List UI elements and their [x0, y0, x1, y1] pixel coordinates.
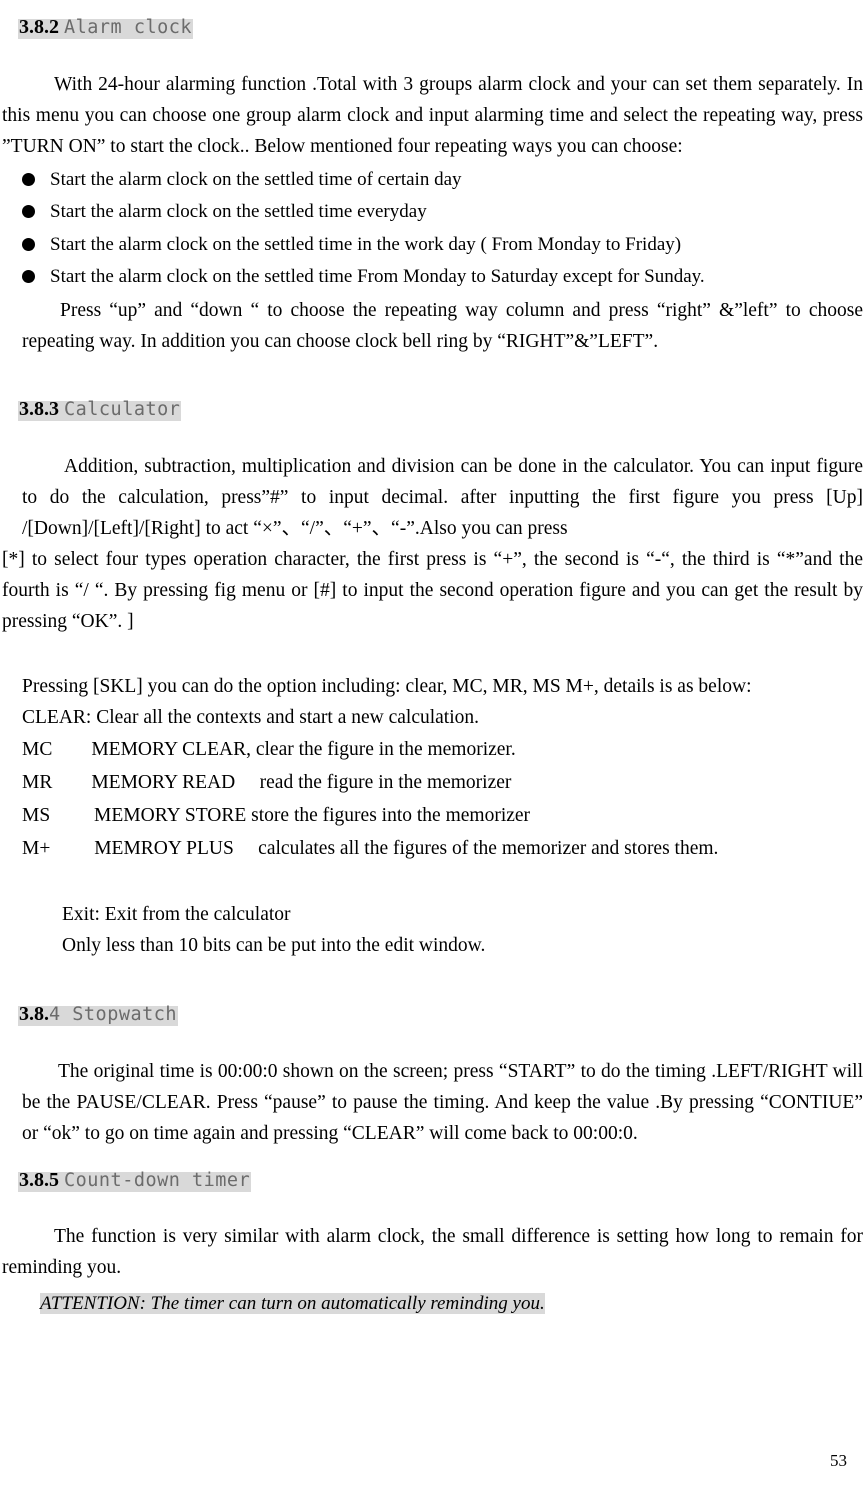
memory-line-mplus: M+ MEMROY PLUS calculates all the figure… [22, 838, 719, 860]
calculator-paragraph-2: [*] to select four types operation chara… [2, 549, 863, 633]
calculator-clear-line: CLEAR: Clear all the contexts and start … [22, 707, 480, 729]
page-number: 53 [830, 1451, 847, 1470]
bullet-dot-icon [22, 172, 35, 186]
heading-title: Count-down timer [64, 1169, 251, 1191]
document-page: 3.8.2 Alarm clock With 24-hour alarming … [0, 0, 865, 1485]
memory-line-mr: MR MEMORY READ read the figure in the me… [22, 772, 512, 794]
heading-highlight: 3.8.5 Count-down timer [18, 1168, 252, 1192]
heading-number: 3.8.3 [19, 398, 64, 421]
heading-number: 3.8. [19, 1002, 49, 1025]
heading-countdown-timer: 3.8.5 Count-down timer [0, 1153, 865, 1208]
list-item: Start the alarm clock on the settled tim… [22, 229, 865, 262]
attention-note: ATTENTION: The timer can turn on automat… [0, 1289, 865, 1319]
list-item-label: Start the alarm clock on the settled tim… [50, 266, 705, 288]
alarm-intro-paragraph: With 24-hour alarming function .Total wi… [2, 73, 863, 157]
list-item-label: Start the alarm clock on the settled tim… [50, 201, 427, 223]
heading-number-tail: 4 [49, 1003, 73, 1025]
heading-highlight: 3.8.4 Stopwatch [18, 1002, 179, 1026]
list-item: Start the alarm clock on the settled tim… [22, 261, 865, 294]
heading-title: Calculator [64, 399, 181, 421]
calculator-skl-line: Pressing [SKL] you can do the option inc… [22, 676, 752, 698]
calculator-bits-line: Only less than 10 bits can be put into t… [62, 935, 486, 957]
bullet-dot-icon [22, 270, 35, 284]
heading-number: 3.8.5 [19, 1168, 64, 1191]
heading-title: Stopwatch [72, 1003, 178, 1025]
heading-alarm-clock: 3.8.2 Alarm clock [0, 0, 865, 55]
heading-number: 3.8.2 [19, 15, 64, 38]
memory-line-mc: MC MEMORY CLEAR, clear the figure in the… [22, 739, 516, 761]
alarm-outro-paragraph: Press “up” and “down “ to choose the rep… [22, 299, 863, 352]
calculator-paragraph-1: Addition, subtraction, multiplication an… [22, 456, 863, 540]
list-item-label: Start the alarm clock on the settled tim… [50, 233, 682, 255]
countdown-paragraph: The function is very similar with alarm … [2, 1226, 863, 1279]
list-item: Start the alarm clock on the settled tim… [22, 196, 865, 229]
memory-line-ms: MS MEMORY STORE store the figures into t… [22, 805, 531, 827]
heading-stopwatch: 3.8.4 Stopwatch [0, 987, 865, 1042]
alarm-repeat-modes-list: Start the alarm clock on the settled tim… [0, 164, 865, 294]
attention-text: ATTENTION: The timer can turn on automat… [40, 1293, 545, 1315]
bullet-dot-icon [22, 205, 35, 219]
list-item-label: Start the alarm clock on the settled tim… [50, 168, 462, 190]
heading-title: Alarm clock [64, 16, 193, 38]
heading-highlight: 3.8.3 Calculator [18, 398, 182, 422]
stopwatch-paragraph: The original time is 00:00:0 shown on th… [22, 1060, 863, 1144]
list-item: Start the alarm clock on the settled tim… [22, 164, 865, 197]
heading-calculator: 3.8.3 Calculator [0, 383, 865, 438]
calculator-exit-line: Exit: Exit from the calculator [62, 904, 291, 926]
heading-highlight: 3.8.2 Alarm clock [18, 15, 194, 39]
bullet-dot-icon [22, 237, 35, 251]
